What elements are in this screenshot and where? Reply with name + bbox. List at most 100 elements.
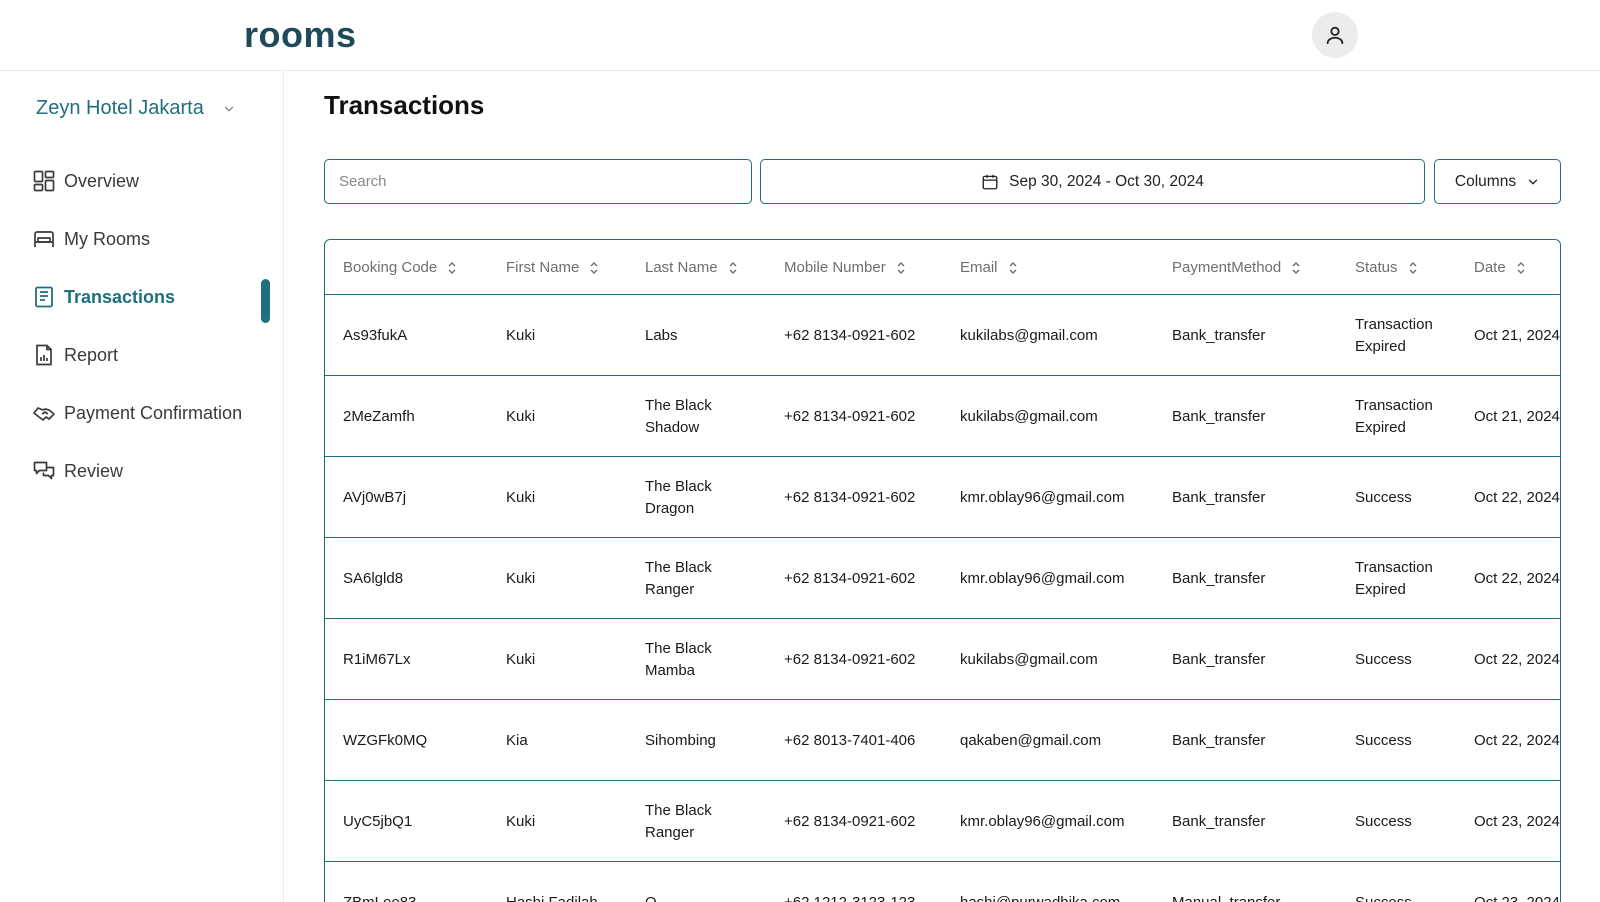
- page-title: Transactions: [324, 90, 485, 120]
- active-indicator: [261, 279, 270, 323]
- sort-icon: [590, 261, 598, 274]
- date-range-picker[interactable]: Sep 30, 2024 - Oct 30, 2024: [760, 159, 1425, 204]
- sort-icon: [448, 261, 456, 274]
- column-header-date[interactable]: Date: [1474, 240, 1526, 295]
- table-row[interactable]: UyC5jbQ1 Kuki The Black Ranger +62 8134-092…: [325, 781, 1560, 862]
- sidebar-item-overview[interactable]: Overview: [32, 169, 139, 193]
- hotel-selector[interactable]: Zeyn Hotel Jakarta: [36, 97, 236, 120]
- cell-last-name: The Black Ranger: [645, 801, 712, 841]
- hotel-name: Zeyn Hotel Jakarta: [36, 97, 204, 119]
- cell-last-name: Sihombing: [645, 731, 716, 749]
- cell-date: Oct 22, 2024: [1474, 731, 1560, 749]
- cell-last-name: Labs: [645, 326, 678, 344]
- sidebar-item-my-rooms[interactable]: My Rooms: [32, 227, 150, 251]
- cell-first-name: Kuki: [506, 407, 536, 425]
- columns-label: Columns: [1454, 172, 1517, 190]
- sidebar-item-report[interactable]: Report: [32, 343, 118, 367]
- cell-status: Success: [1355, 812, 1412, 830]
- user-avatar-button[interactable]: [1312, 12, 1358, 58]
- chevron-down-icon: [1528, 179, 1538, 184]
- cell-payment-method: Bank_transfer: [1172, 326, 1266, 344]
- cell-date: Oct 22, 2024: [1474, 488, 1560, 506]
- sidebar-item-label: My Rooms: [64, 228, 151, 249]
- cell-payment-method: Bank_transfer: [1172, 488, 1266, 506]
- sidebar-item-label: Review: [64, 460, 124, 481]
- cell-date: Oct 22, 2024: [1474, 650, 1560, 668]
- cell-payment-method: Bank_transfer: [1172, 731, 1266, 749]
- column-header-email[interactable]: Email: [960, 240, 1018, 295]
- sort-icon: [897, 261, 905, 274]
- columns-button[interactable]: Columns: [1434, 159, 1561, 204]
- cell-first-name: Hashi Fadilah: [506, 893, 598, 902]
- cell-date: Oct 23, 2024: [1474, 812, 1560, 830]
- date-range-label: Sep 30, 2024 - Oct 30, 2024: [1009, 172, 1204, 190]
- table-row[interactable]: ZBmLoe83 Hashi Fadilah Q +62 1212-3123-123 h…: [325, 862, 1560, 902]
- cell-first-name: Kuki: [506, 488, 536, 506]
- sort-icon: [729, 261, 737, 274]
- cell-last-name: Q: [645, 893, 657, 902]
- cell-mobile-number: +62 8134-0921-602: [784, 569, 916, 587]
- handshake-icon: [32, 401, 56, 425]
- user-icon: [1326, 26, 1344, 45]
- sidebar-item-payment-confirmation[interactable]: Payment Confirmation: [32, 401, 242, 425]
- cell-status: Transaction Expired: [1355, 558, 1433, 598]
- column-header-mobile-number[interactable]: Mobile Number: [784, 240, 906, 295]
- column-header-first-name[interactable]: First Name: [506, 240, 599, 295]
- header-label: Booking Code: [343, 259, 438, 276]
- cell-last-name: The Black Shadow: [645, 396, 712, 436]
- cell-first-name: Kuki: [506, 812, 536, 830]
- sidebar: Zeyn Hotel Jakarta Overview My Rooms Tra…: [0, 71, 284, 902]
- table-row[interactable]: 2MeZamfh Kuki The Black Shadow +62 8134-092…: [325, 376, 1560, 457]
- column-header-booking-code[interactable]: Booking Code: [343, 240, 457, 295]
- search-input[interactable]: [324, 159, 752, 204]
- chevron-down-icon: [224, 106, 233, 111]
- cell-last-name: The Black Mamba: [645, 639, 712, 679]
- sidebar-item-label: Overview: [64, 170, 140, 191]
- cell-booking-code: As93fukA: [343, 326, 408, 344]
- column-header-status[interactable]: Status: [1355, 240, 1418, 295]
- sidebar-item-label: Transactions: [64, 286, 176, 307]
- cell-email: qakaben@gmail.com: [960, 731, 1102, 749]
- dashboard-icon: [32, 169, 56, 193]
- report-icon: [32, 343, 56, 367]
- sidebar-item-transactions[interactable]: Transactions: [32, 285, 175, 309]
- cell-mobile-number: +62 8134-0921-602: [784, 407, 916, 425]
- sidebar-item-review[interactable]: Review: [32, 459, 123, 483]
- column-header-last-name[interactable]: Last Name: [645, 240, 738, 295]
- sidebar-item-label: Payment Confirmation: [64, 402, 243, 423]
- cell-payment-method: Bank_transfer: [1172, 407, 1266, 425]
- cell-booking-code: ZBmLoe83: [343, 893, 417, 902]
- cell-first-name: Kuki: [506, 650, 536, 668]
- cell-email: kukilabs@gmail.com: [960, 407, 1098, 425]
- table-row[interactable]: WZGFk0MQ Kia Sihombing +62 8013-7401-406 qak…: [325, 700, 1560, 781]
- bed-icon: [32, 227, 56, 251]
- cell-status: Transaction Expired: [1355, 315, 1433, 355]
- header-label: First Name: [506, 259, 580, 276]
- table-row[interactable]: R1iM67Lx Kuki The Black Mamba +62 8134-0921…: [325, 619, 1560, 700]
- header-label: PaymentMethod: [1172, 259, 1282, 276]
- receipt-icon: [32, 285, 56, 309]
- cell-mobile-number: +62 1212-3123-123: [784, 893, 916, 902]
- sort-icon: [1409, 261, 1417, 274]
- column-header-payment-method[interactable]: PaymentMethod: [1172, 240, 1301, 295]
- table-row[interactable]: AVj0wB7j Kuki The Black Dragon +62 8134-092…: [325, 457, 1560, 538]
- cell-last-name: The Black Ranger: [645, 558, 712, 598]
- cell-mobile-number: +62 8134-0921-602: [784, 488, 916, 506]
- calendar-icon: [982, 174, 998, 189]
- cell-date: Oct 23, 2024: [1474, 893, 1560, 902]
- table-row[interactable]: As93fukA Kuki Labs +62 8134-0921-602 kukilab…: [325, 295, 1560, 376]
- cell-email: kukilabs@gmail.com: [960, 650, 1098, 668]
- cell-booking-code: SA6lgld8: [343, 569, 404, 587]
- cell-status: Success: [1355, 650, 1412, 668]
- cell-booking-code: R1iM67Lx: [343, 650, 411, 668]
- cell-status: Success: [1355, 488, 1412, 506]
- rooms-logo[interactable]: rooms: [244, 14, 357, 56]
- chat-icon: [32, 459, 56, 483]
- cell-payment-method: Manual_transfer: [1172, 893, 1281, 902]
- table-row[interactable]: SA6lgld8 Kuki The Black Ranger +62 8134-092…: [325, 538, 1560, 619]
- cell-date: Oct 22, 2024: [1474, 569, 1560, 587]
- logo-text: rooms: [244, 14, 357, 55]
- cell-status: Transaction Expired: [1355, 396, 1433, 436]
- cell-payment-method: Bank_transfer: [1172, 812, 1266, 830]
- cell-email: kukilabs@gmail.com: [960, 326, 1098, 344]
